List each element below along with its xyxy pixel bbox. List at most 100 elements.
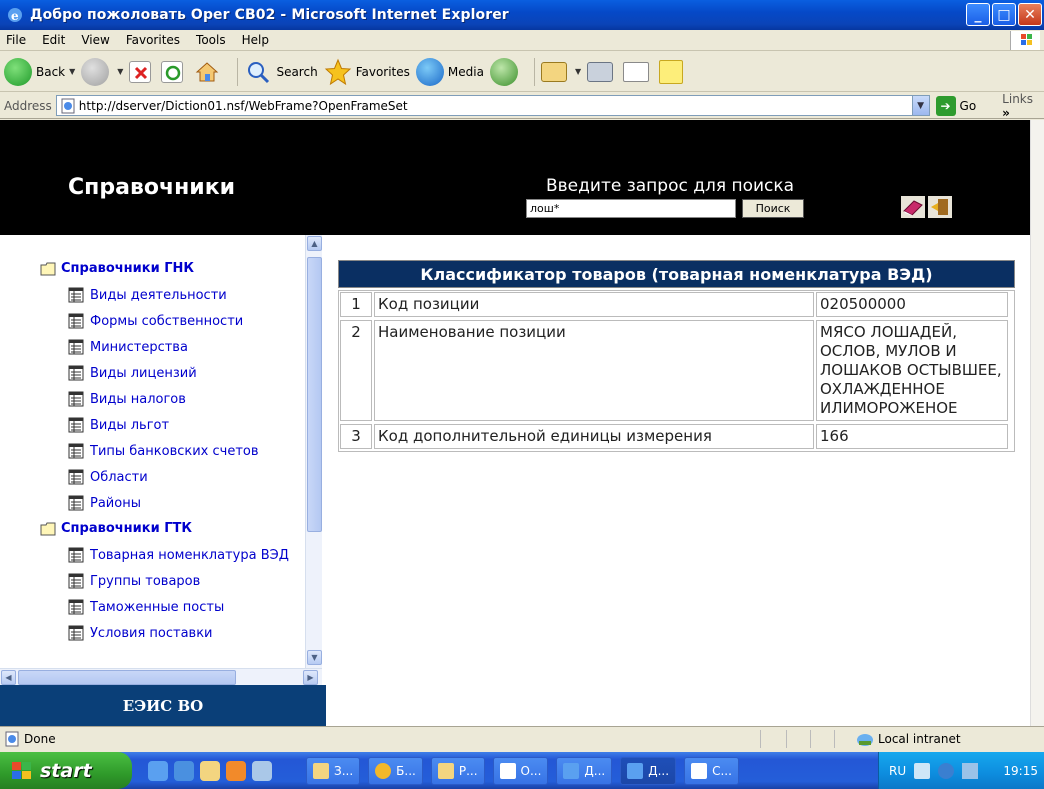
folder-icon[interactable] bbox=[200, 760, 220, 781]
taskbar-item-word[interactable]: О... bbox=[492, 756, 549, 785]
nav-item-label: Таможенные посты bbox=[90, 599, 225, 615]
scroll-thumb[interactable] bbox=[307, 257, 322, 532]
edit-button[interactable] bbox=[623, 55, 653, 89]
home-button[interactable] bbox=[193, 55, 225, 89]
folder-icon bbox=[40, 522, 56, 535]
scroll-up-icon[interactable]: ▲ bbox=[307, 236, 322, 251]
nav-item-label: Районы bbox=[90, 495, 141, 511]
menu-favorites[interactable]: Favorites bbox=[126, 33, 180, 47]
address-bar: Address http://dserver/Diction01.nsf/Web… bbox=[0, 92, 1044, 120]
folder-icon bbox=[40, 262, 56, 275]
nav-item[interactable]: Виды лицензий bbox=[68, 365, 197, 381]
scroll-right-icon[interactable]: ▶ bbox=[303, 670, 318, 685]
detail-table: 1 Код позиции 020500000 2 Наименование позиц… bbox=[338, 290, 1015, 452]
page-icon bbox=[61, 98, 75, 113]
language-indicator[interactable]: RU bbox=[889, 764, 906, 778]
quick-launch bbox=[148, 760, 272, 781]
discuss-button[interactable] bbox=[659, 55, 687, 89]
menu-help[interactable]: Help bbox=[242, 33, 269, 47]
field-name: Код позиции bbox=[374, 292, 814, 317]
ie-icon[interactable] bbox=[174, 760, 194, 781]
menu-edit[interactable]: Edit bbox=[42, 33, 65, 47]
minimize-button[interactable]: _ bbox=[966, 3, 990, 26]
nav-item-label: Области bbox=[90, 469, 148, 485]
refresh-icon bbox=[161, 60, 184, 83]
toolbar-separator bbox=[533, 57, 535, 86]
taskbar-item-folder[interactable]: З... bbox=[306, 756, 361, 785]
go-button[interactable]: ➔ Go bbox=[935, 95, 976, 116]
toolbar-separator bbox=[237, 57, 239, 86]
search-button[interactable]: Search bbox=[244, 55, 318, 89]
ie-icon bbox=[563, 762, 580, 779]
mail-icon bbox=[540, 61, 567, 82]
links-button[interactable]: Links » bbox=[1002, 92, 1044, 120]
taskbar-item-browser-active[interactable]: Д... bbox=[620, 756, 677, 785]
nav-item[interactable]: Формы собственности bbox=[68, 313, 243, 329]
nav-item[interactable]: Условия поставки bbox=[68, 625, 213, 641]
refresh-button[interactable] bbox=[161, 55, 187, 89]
start-button[interactable]: start bbox=[0, 752, 132, 789]
history-button[interactable] bbox=[489, 55, 522, 89]
view-document-icon bbox=[68, 547, 84, 563]
ie-icon[interactable] bbox=[148, 760, 168, 781]
go-arrow-icon: ➔ bbox=[935, 95, 956, 116]
nav-item[interactable]: Виды деятельности bbox=[68, 287, 227, 303]
taskbar-item-app[interactable]: Б... bbox=[368, 756, 423, 785]
nav-item[interactable]: Типы банковских счетов bbox=[68, 443, 259, 459]
menu-tools[interactable]: Tools bbox=[196, 33, 226, 47]
back-button[interactable]: Back ▼ bbox=[4, 55, 75, 89]
nav-item[interactable]: Группы товаров bbox=[68, 573, 200, 589]
mail-button[interactable]: ▼ bbox=[540, 55, 581, 89]
search-input[interactable]: лош* bbox=[526, 199, 736, 218]
navigation-tree: Справочники ГНК Виды деятельности Формы со… bbox=[0, 235, 305, 668]
network-tray-icon[interactable] bbox=[914, 762, 931, 779]
media-button[interactable]: Media bbox=[415, 55, 484, 89]
maximize-button[interactable]: □ bbox=[992, 3, 1016, 26]
book-icon[interactable] bbox=[901, 196, 925, 218]
menu-view[interactable]: View bbox=[81, 33, 109, 47]
nav-item[interactable]: Районы bbox=[68, 495, 141, 511]
nav-item[interactable]: Области bbox=[68, 469, 148, 485]
page-vertical-scrollbar[interactable] bbox=[1030, 120, 1044, 726]
network-icon[interactable] bbox=[252, 760, 272, 781]
nav-item-label: Товарная номенклатура ВЭД bbox=[90, 547, 289, 563]
nav-horizontal-scrollbar[interactable]: ◀ ▶ bbox=[0, 668, 322, 685]
nav-item[interactable]: Виды налогов bbox=[68, 391, 186, 407]
intranet-icon bbox=[857, 734, 873, 746]
nav-item[interactable]: Виды льгот bbox=[68, 417, 169, 433]
table-row: 3 Код дополнительной единицы измерения 166 bbox=[339, 423, 1014, 451]
media-player-icon[interactable] bbox=[226, 760, 246, 781]
exit-door-icon[interactable] bbox=[928, 196, 952, 218]
computer-tray-icon[interactable] bbox=[962, 762, 979, 779]
status-bar: Done Local intranet bbox=[0, 726, 1044, 750]
stop-icon bbox=[129, 60, 152, 83]
title-bar: e Добро пожоловать Oper CB02 - Microsoft… bbox=[0, 0, 1044, 30]
nav-folder[interactable]: Справочники ГНК bbox=[40, 261, 194, 276]
nav-item[interactable]: Министерства bbox=[68, 339, 188, 355]
close-button[interactable]: ✕ bbox=[1018, 3, 1042, 26]
print-button[interactable] bbox=[587, 55, 617, 89]
table-title: Классификатор товаров (товарная номенкла… bbox=[338, 260, 1015, 288]
toolbar: Back ▼ ▼ Search Favorites Media ▼ bbox=[0, 52, 1044, 92]
favorites-button[interactable]: Favorites bbox=[324, 55, 410, 89]
page-done-icon bbox=[5, 731, 19, 746]
taskbar-item-browser[interactable]: Д... bbox=[556, 756, 613, 785]
stop-button[interactable] bbox=[129, 55, 155, 89]
scroll-down-icon[interactable]: ▼ bbox=[307, 650, 322, 665]
address-input[interactable]: http://dserver/Diction01.nsf/WebFrame?Op… bbox=[55, 95, 930, 116]
taskbar-item-folder[interactable]: Р... bbox=[430, 756, 485, 785]
scroll-thumb[interactable] bbox=[18, 670, 236, 685]
nav-vertical-scrollbar[interactable]: ▲ ▼ bbox=[305, 235, 322, 668]
address-dropdown-icon[interactable]: ▼ bbox=[911, 96, 929, 115]
nav-item[interactable]: Товарная номенклатура ВЭД bbox=[68, 547, 289, 563]
arrow-tray-icon[interactable] bbox=[938, 762, 955, 779]
field-name: Наименование позиции bbox=[374, 320, 814, 421]
row-number: 1 bbox=[340, 292, 372, 317]
menu-file[interactable]: File bbox=[6, 33, 26, 47]
scroll-left-icon[interactable]: ◀ bbox=[1, 670, 16, 685]
taskbar-item-word[interactable]: С... bbox=[684, 756, 739, 785]
search-submit-button[interactable]: Поиск bbox=[742, 199, 804, 218]
nav-folder[interactable]: Справочники ГТК bbox=[40, 521, 192, 536]
nav-item[interactable]: Таможенные посты bbox=[68, 599, 224, 615]
forward-button[interactable]: ▼ bbox=[81, 55, 123, 89]
